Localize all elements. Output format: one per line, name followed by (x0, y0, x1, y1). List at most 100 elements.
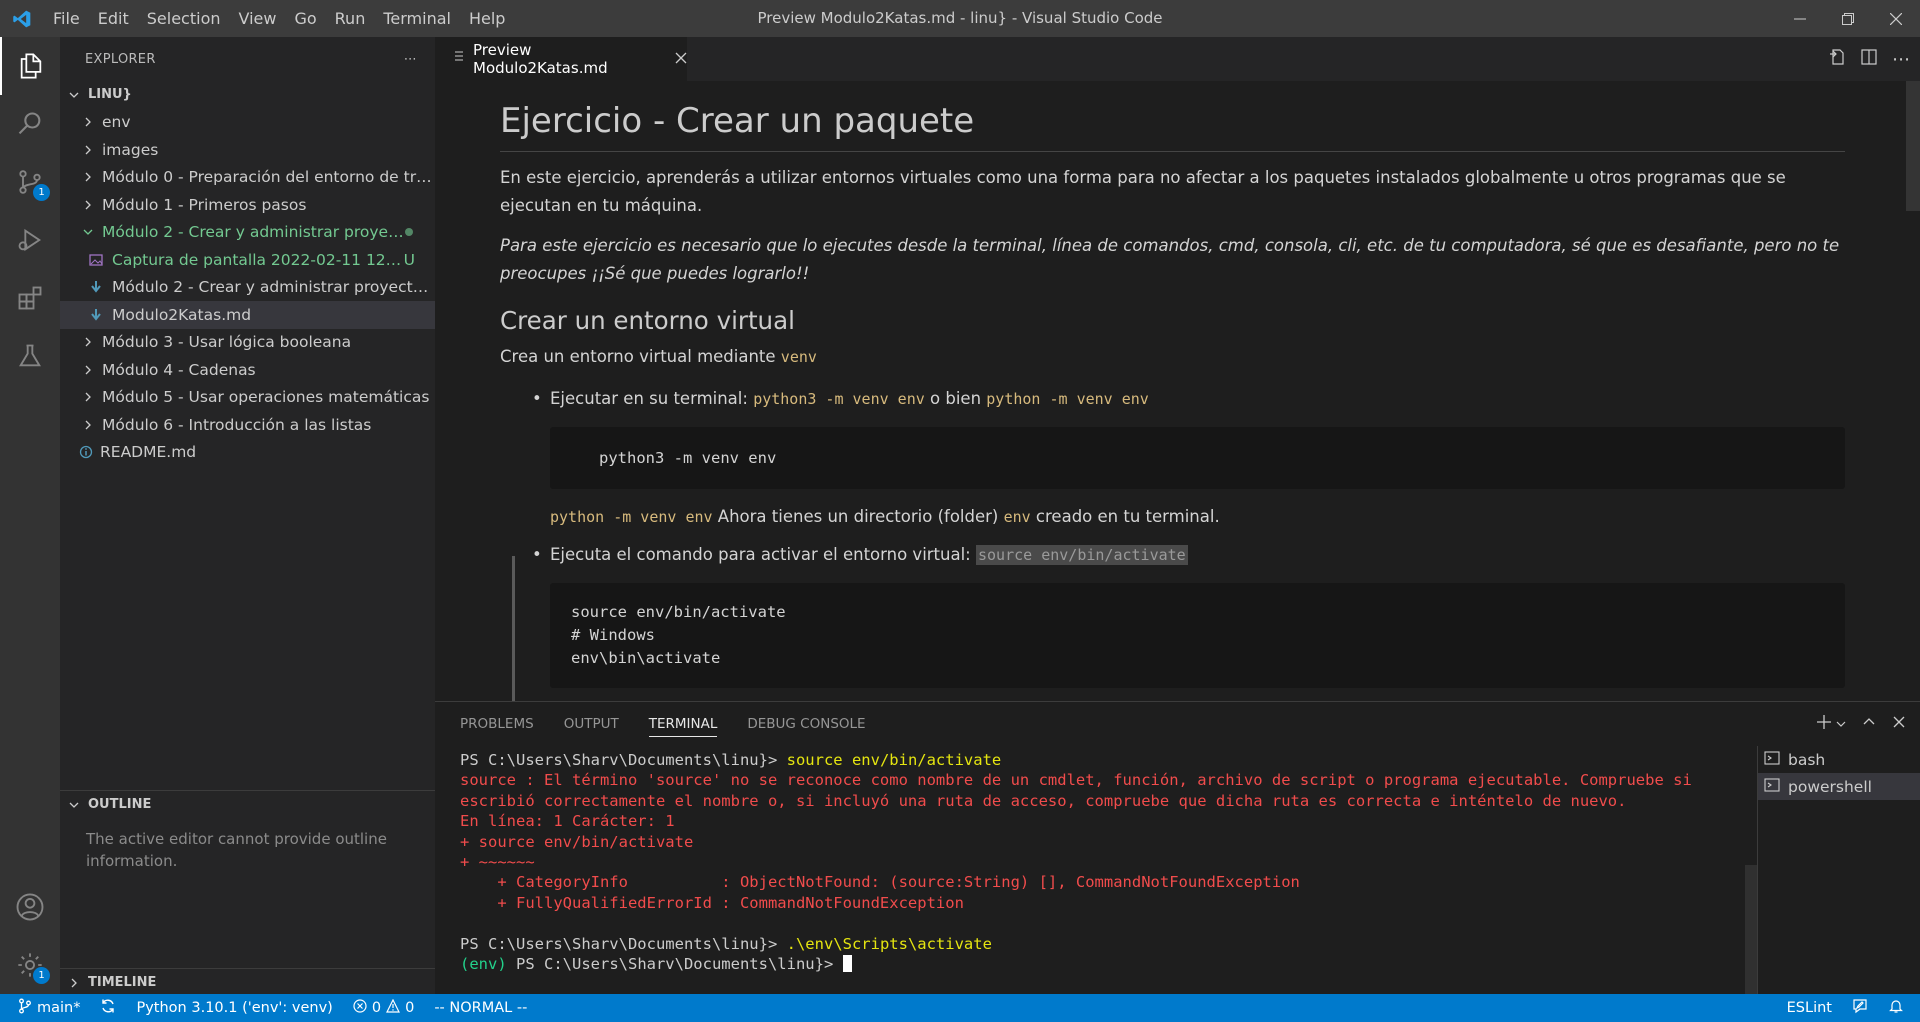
menu-help[interactable]: Help (460, 0, 514, 37)
menu-selection[interactable]: Selection (138, 0, 230, 37)
menu-file[interactable]: File (44, 0, 89, 37)
terminal-prompt: PS C:\Users\Sharv\Documents\linu}> (460, 934, 787, 953)
tree-item-readme[interactable]: README.md (60, 439, 435, 467)
tree-item-label: Captura de pantalla 2022-02-11 1207... (112, 250, 404, 269)
problems-status[interactable]: 0 0 (343, 994, 424, 1022)
feedback-icon (1852, 998, 1868, 1018)
editor-tabs: Preview Modulo2Katas.md ⋯ (435, 37, 1920, 81)
warning-icon (386, 998, 401, 1017)
maximize-panel-icon[interactable] (1862, 715, 1876, 733)
code-line: # Windows (571, 626, 655, 644)
menu-edit[interactable]: Edit (89, 0, 138, 37)
tab-output[interactable]: OUTPUT (564, 716, 619, 732)
error-icon (353, 999, 367, 1017)
restore-button[interactable] (1824, 0, 1872, 37)
terminal-icon (1764, 750, 1780, 770)
tree-item-modulo-6[interactable]: Módulo 6 - Introducción a las listas (60, 411, 435, 439)
menu-go[interactable]: Go (285, 0, 325, 37)
tree-item-env[interactable]: env (60, 109, 435, 137)
tree-item-label: Módulo 5 - Usar operaciones matemáticas (102, 388, 430, 407)
tree-item-modulo-5[interactable]: Módulo 5 - Usar operaciones matemáticas (60, 384, 435, 412)
menu-terminal[interactable]: Terminal (374, 0, 460, 37)
menu-bar: File Edit Selection View Go Run Terminal… (44, 0, 514, 37)
chevron-right-icon (80, 199, 96, 211)
tree-item-modulo-2-doc[interactable]: Módulo 2 - Crear y administrar proyectos… (60, 274, 435, 302)
chevron-down-icon[interactable] (1836, 715, 1846, 733)
image-file-icon (88, 253, 104, 267)
tab-problems[interactable]: PROBLEMS (460, 716, 534, 732)
settings-gear-icon[interactable]: 1 (0, 936, 60, 994)
tree-item-label: env (102, 113, 131, 132)
tree-item-modulo-1[interactable]: Módulo 1 - Primeros pasos (60, 191, 435, 219)
feedback-status[interactable] (1842, 994, 1878, 1022)
list-text: Ejecuta el comando para activar el entor… (550, 545, 976, 564)
branch-status[interactable]: main* (0, 994, 90, 1022)
run-debug-icon[interactable] (0, 211, 60, 269)
minimize-button[interactable] (1776, 0, 1824, 37)
info-icon (78, 445, 94, 459)
tree-item-modulo-3[interactable]: Módulo 3 - Usar lógica booleana (60, 329, 435, 357)
more-actions-icon[interactable]: ⋯ (1892, 49, 1910, 70)
explorer-icon[interactable] (0, 37, 60, 95)
new-terminal-icon[interactable] (1816, 714, 1832, 734)
git-untracked-status: U (403, 250, 415, 269)
chevron-right-icon (80, 116, 96, 128)
source-control-icon[interactable]: 1 (0, 153, 60, 211)
scm-badge: 1 (33, 184, 50, 201)
timeline-title: TIMELINE (88, 975, 157, 990)
extensions-icon[interactable] (0, 269, 60, 327)
close-panel-icon[interactable] (1892, 715, 1906, 733)
terminal-output[interactable]: PS C:\Users\Sharv\Documents\linu}> sourc… (460, 750, 1720, 974)
tree-item-label: Módulo 2 - Crear y administrar proyectos… (112, 278, 435, 297)
menu-view[interactable]: View (230, 0, 286, 37)
open-source-icon[interactable] (1828, 48, 1846, 70)
workspace-root[interactable]: LINU} (60, 81, 435, 109)
tab-label: Preview Modulo2Katas.md (473, 41, 608, 77)
tab-debug-console[interactable]: DEBUG CONSOLE (747, 716, 865, 732)
tree-item-modulo2katas[interactable]: Modulo2Katas.md (60, 301, 435, 329)
split-editor-icon[interactable] (1860, 48, 1878, 70)
tree-item-modulo-4[interactable]: Módulo 4 - Cadenas (60, 356, 435, 384)
terminal-item-powershell[interactable]: powershell (1758, 773, 1920, 800)
terminal-error-line: + FullyQualifiedErrorId : CommandNotFoun… (460, 893, 964, 912)
timeline-header[interactable]: TIMELINE (60, 969, 435, 996)
close-tab-icon[interactable] (675, 50, 687, 68)
active-line-indicator (512, 556, 515, 701)
inline-code: env (1003, 508, 1031, 526)
code-line: env\bin\activate (571, 649, 721, 667)
terminal-prompt: PS C:\Users\Sharv\Documents\linu}> (516, 955, 843, 974)
notifications-status[interactable] (1878, 994, 1920, 1022)
eslint-status[interactable]: ESLint (1777, 994, 1842, 1022)
editor-scrollbar[interactable] (1906, 81, 1920, 211)
markdown-file-icon (88, 308, 104, 322)
markdown-preview: Ejercicio - Crear un paquete En este eje… (435, 81, 1920, 701)
search-icon[interactable] (0, 95, 60, 153)
status-right: ESLint (1777, 994, 1920, 1022)
tree-item-label: Módulo 6 - Introducción a las listas (102, 415, 372, 434)
account-icon[interactable] (0, 878, 60, 936)
tree-item-modulo-0[interactable]: Módulo 0 - Preparación del entorno de tr… (60, 164, 435, 192)
terminal-line: PS C:\Users\Sharv\Documents\linu}> .\env… (460, 934, 1720, 954)
tab-terminal[interactable]: TERMINAL (648, 711, 718, 737)
tree-item-captura[interactable]: Captura de pantalla 2022-02-11 1207... U (60, 246, 435, 274)
terminal-item-bash[interactable]: bash (1758, 746, 1920, 773)
list-item: Ejecutar en su terminal: python3 -m venv… (532, 385, 1845, 413)
python-interpreter[interactable]: Python 3.10.1 ('env': venv) (126, 994, 342, 1022)
code-block: python3 -m venv env (550, 427, 1845, 489)
close-window-button[interactable] (1872, 0, 1920, 37)
preview-paragraph-venv: Crea un entorno virtual mediante venv (500, 343, 1845, 371)
sync-status[interactable] (90, 994, 126, 1022)
terminal-scrollbar[interactable] (1745, 865, 1757, 995)
terminal-env-prefix: (env) (460, 955, 516, 974)
testing-icon[interactable] (0, 327, 60, 385)
error-count: 0 (371, 1000, 382, 1016)
outline-header[interactable]: OUTLINE (60, 791, 435, 818)
tree-item-images[interactable]: images (60, 136, 435, 164)
tab-preview-modulo2katas[interactable]: Preview Modulo2Katas.md (435, 37, 687, 81)
more-actions-icon[interactable]: ⋯ (404, 52, 417, 67)
preview-heading-2: Crear un entorno virtual (500, 306, 795, 335)
terminal-list: bash powershell (1757, 746, 1920, 995)
tree-item-modulo-2[interactable]: Módulo 2 - Crear y administrar proyect..… (60, 219, 435, 247)
menu-run[interactable]: Run (326, 0, 375, 37)
paragraph-text: creado en tu terminal. (1030, 507, 1220, 526)
